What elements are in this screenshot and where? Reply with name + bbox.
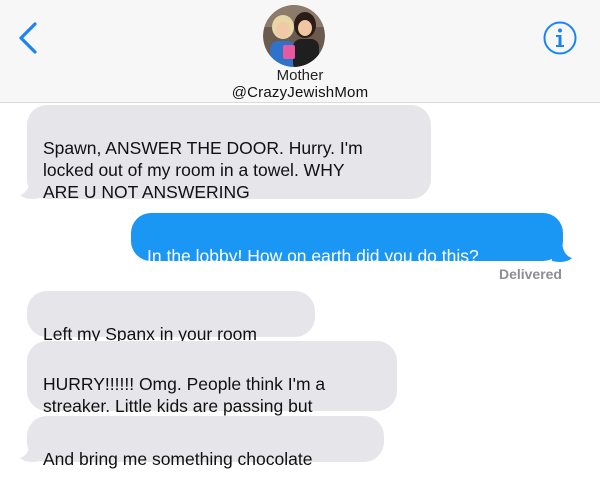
info-icon <box>543 21 577 55</box>
contact-avatar[interactable] <box>263 5 325 67</box>
bubble-tail <box>552 239 572 262</box>
delivered-status: Delivered <box>498 266 562 282</box>
message-text: In the lobby! How on earth did you do th… <box>147 246 479 266</box>
incoming-message[interactable]: Left my Spanx in your room <box>27 291 315 344</box>
message-text: And bring me something chocolate <box>43 449 313 469</box>
conversation-header: Mother @CrazyJewishMom <box>0 0 600 103</box>
message-text: HURRY!!!!!! Omg. People think I'm a stre… <box>43 374 326 416</box>
chevron-left-icon <box>19 22 37 54</box>
contact-name[interactable]: Mother <box>0 68 600 84</box>
incoming-message[interactable]: HURRY!!!!!! Omg. People think I'm a stre… <box>27 341 397 416</box>
info-button[interactable] <box>542 20 578 56</box>
outgoing-message[interactable]: In the lobby! How on earth did you do th… <box>131 213 563 266</box>
bubble-tail <box>20 176 40 199</box>
incoming-message[interactable]: Spawn, ANSWER THE DOOR. Hurry. I'm locke… <box>27 105 431 202</box>
bubble-tail <box>20 439 40 462</box>
incoming-message[interactable]: And bring me something chocolate <box>27 416 384 469</box>
avatar-photo <box>263 5 325 67</box>
contact-handle[interactable]: @CrazyJewishMom <box>0 85 600 101</box>
message-text: Spawn, ANSWER THE DOOR. Hurry. I'm locke… <box>43 138 363 202</box>
back-button[interactable] <box>8 16 48 60</box>
